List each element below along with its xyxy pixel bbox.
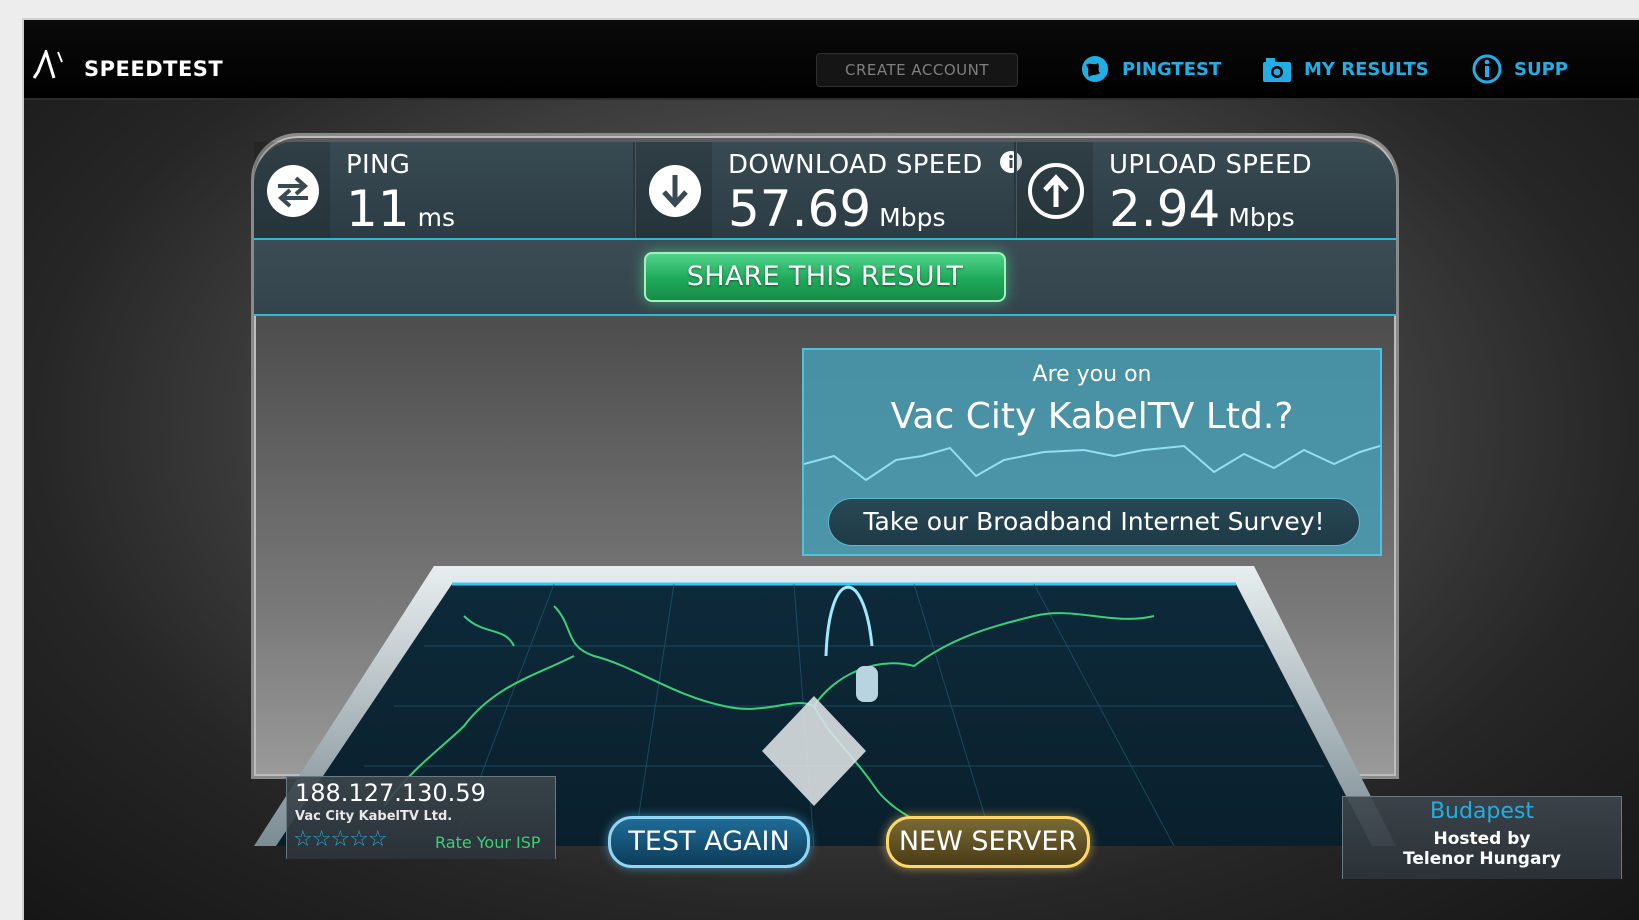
download-label: DOWNLOAD SPEED (728, 150, 1023, 180)
download-arrow-icon (649, 165, 701, 217)
nav-support[interactable]: SUPP (1472, 52, 1568, 86)
test-again-button[interactable]: TEST AGAIN (608, 816, 810, 868)
info-icon (1472, 54, 1502, 84)
survey-button[interactable]: Take our Broadband Internet Survey! (828, 498, 1360, 546)
ping-stat: PING 11 ms (254, 142, 634, 238)
upload-value-line: 2.94 Mbps (1109, 180, 1295, 238)
ping-value-line: 11 ms (346, 180, 455, 238)
rate-isp-link[interactable]: Rate Your ISP (435, 833, 541, 852)
upload-arrow-icon (1028, 163, 1084, 219)
server-info-box: Budapest Hosted by Telenor Hungary (1342, 796, 1622, 879)
nav-pingtest-label: PINGTEST (1122, 58, 1222, 80)
download-value-line: 57.69 Mbps (728, 180, 945, 238)
client-ip: 188.127.130.59 (295, 779, 486, 807)
nav-pingtest[interactable]: PINGTEST (1080, 52, 1221, 86)
upload-label: UPLOAD SPEED (1109, 150, 1313, 180)
download-icon-box (636, 142, 712, 238)
isp-survey-panel: Are you on Vac City KabelTV Ltd.? Take o… (802, 348, 1382, 556)
upload-value: 2.94 (1109, 180, 1221, 238)
download-value: 57.69 (728, 180, 872, 238)
server-city: Budapest (1429, 799, 1535, 824)
ping-unit: ms (417, 203, 456, 232)
results-panel: PING 11 ms DOWNLOAD SPEED 57.69 Mbps UPL… (254, 136, 1622, 879)
download-stat: DOWNLOAD SPEED 57.69 Mbps (636, 142, 1023, 238)
upload-unit: Mbps (1228, 203, 1295, 232)
stat-divider (633, 142, 635, 238)
swap-arrows-icon (267, 165, 319, 217)
share-result-button[interactable]: SHARE THIS RESULT (644, 252, 1006, 302)
server-hosted-by: Hosted by (1433, 829, 1531, 849)
create-account-button[interactable]: CREATE ACCOUNT (816, 53, 1018, 87)
survey-prefix: Are you on (1032, 362, 1152, 387)
ping-label: PING (346, 150, 411, 180)
nav-support-label: SUPP (1514, 58, 1568, 80)
isp-rating-stars[interactable]: ☆☆☆☆☆ (293, 827, 388, 852)
ping-value: 11 (346, 180, 410, 238)
stats-bar: PING 11 ms DOWNLOAD SPEED 57.69 Mbps UPL… (254, 142, 1396, 240)
logo-text[interactable]: SPEEDTEST (84, 57, 223, 81)
new-server-button[interactable]: NEW SERVER (886, 816, 1090, 868)
speedtest-logo-icon (32, 50, 63, 79)
camera-icon (1263, 58, 1291, 82)
client-info-box: 188.127.130.59 Vac City KabelTV Ltd. ☆☆☆… (286, 776, 556, 859)
download-unit: Mbps (879, 203, 946, 232)
top-navigation-bar: SPEEDTEST CREATE ACCOUNT PINGTEST MY RES… (24, 20, 1639, 100)
ping-icon-box (254, 142, 330, 238)
client-isp: Vac City KabelTV Ltd. (295, 809, 453, 824)
upload-icon-box (1017, 142, 1093, 238)
download-label-text: DOWNLOAD SPEED (728, 150, 983, 180)
server-host-name: Telenor Hungary (1403, 849, 1561, 869)
browser-viewport: SPEEDTEST CREATE ACCOUNT PINGTEST MY RES… (22, 18, 1639, 920)
stat-divider (1014, 142, 1016, 238)
nav-my-results[interactable]: MY RESULTS (1262, 52, 1429, 86)
nav-my-results-label: MY RESULTS (1304, 58, 1429, 80)
upload-stat: UPLOAD SPEED 2.94 Mbps (1017, 142, 1396, 238)
survey-decor-line (804, 444, 1380, 482)
share-band: SHARE THIS RESULT (254, 240, 1396, 316)
globe-icon (1082, 56, 1108, 82)
server-pin-icon (856, 666, 878, 702)
